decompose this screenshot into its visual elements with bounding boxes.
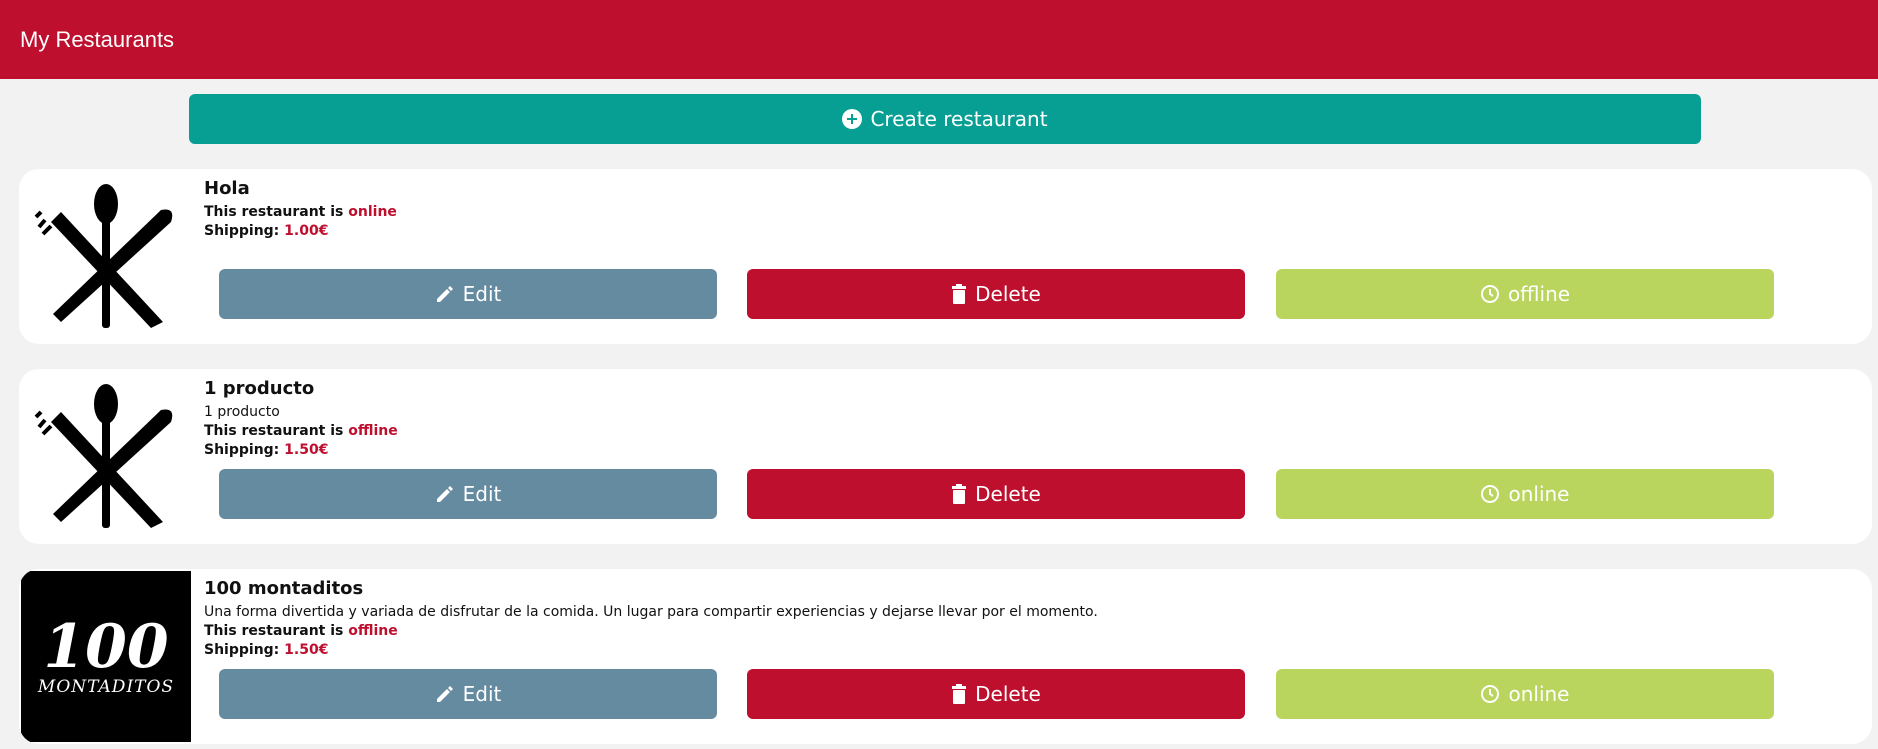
toggle-status-button[interactable]: offline	[1276, 269, 1774, 319]
trash-icon	[951, 684, 967, 704]
refresh-clock-icon	[1480, 284, 1500, 304]
cutlery-icon	[34, 183, 173, 328]
status-value: online	[348, 204, 397, 220]
delete-button[interactable]: Delete	[747, 469, 1245, 519]
edit-label: Edit	[462, 682, 502, 706]
refresh-clock-icon	[1480, 484, 1500, 504]
delete-label: Delete	[975, 282, 1041, 306]
montaditos-logo: 100 MONTADITOS	[37, 611, 175, 697]
trash-icon	[951, 284, 967, 304]
edit-button[interactable]: Edit	[219, 669, 717, 719]
restaurant-description: 1 producto	[204, 404, 280, 420]
toggle-status-button[interactable]: online	[1276, 469, 1774, 519]
restaurant-card: Hola This restaurant is online Shipping:…	[19, 169, 1872, 344]
delete-label: Delete	[975, 482, 1041, 506]
trash-icon	[951, 484, 967, 504]
plus-circle-icon	[842, 109, 863, 129]
delete-button[interactable]: Delete	[747, 269, 1245, 319]
pencil-icon	[435, 284, 455, 304]
restaurant-name: 100 montaditos	[204, 578, 364, 599]
restaurant-shipping: Shipping: 1.50€	[204, 642, 329, 658]
page-title: My Restaurants	[20, 26, 175, 52]
pencil-icon	[435, 484, 455, 504]
restaurant-description: Una forma divertida y variada de disfrut…	[204, 604, 1098, 620]
create-restaurant-button[interactable]: Create restaurant	[189, 94, 1701, 144]
restaurant-status: This restaurant is offline	[204, 423, 398, 439]
restaurant-logo: 100 MONTADITOS	[21, 571, 191, 742]
edit-label: Edit	[462, 282, 502, 306]
status-value: offline	[348, 423, 398, 439]
toggle-label: online	[1508, 682, 1570, 706]
cutlery-icon	[34, 383, 173, 528]
restaurant-shipping: Shipping: 1.50€	[204, 442, 329, 458]
restaurant-status: This restaurant is online	[204, 204, 397, 220]
shipping-value: 1.50€	[284, 442, 329, 458]
app-header: My Restaurants	[0, 0, 1878, 79]
edit-label: Edit	[462, 482, 502, 506]
restaurant-shipping: Shipping: 1.00€	[204, 223, 329, 239]
edit-button[interactable]: Edit	[219, 469, 717, 519]
delete-label: Delete	[975, 682, 1041, 706]
shipping-value: 1.00€	[284, 223, 329, 239]
delete-button[interactable]: Delete	[747, 669, 1245, 719]
toggle-label: offline	[1507, 282, 1571, 306]
edit-button[interactable]: Edit	[219, 269, 717, 319]
toggle-status-button[interactable]: online	[1276, 669, 1774, 719]
restaurant-image	[21, 371, 191, 542]
restaurant-card: 100 MONTADITOS 100 montaditos Una forma …	[19, 569, 1872, 744]
pencil-icon	[435, 684, 455, 704]
restaurant-name: Hola	[204, 178, 250, 199]
restaurant-card: 1 producto 1 producto This restaurant is…	[19, 369, 1872, 544]
create-restaurant-label: Create restaurant	[870, 107, 1048, 131]
shipping-value: 1.50€	[284, 642, 329, 658]
refresh-clock-icon	[1480, 684, 1500, 704]
toggle-label: online	[1508, 482, 1570, 506]
restaurant-name: 1 producto	[204, 378, 315, 399]
restaurant-image	[21, 171, 191, 342]
status-value: offline	[348, 623, 398, 639]
restaurant-status: This restaurant is offline	[204, 623, 398, 639]
